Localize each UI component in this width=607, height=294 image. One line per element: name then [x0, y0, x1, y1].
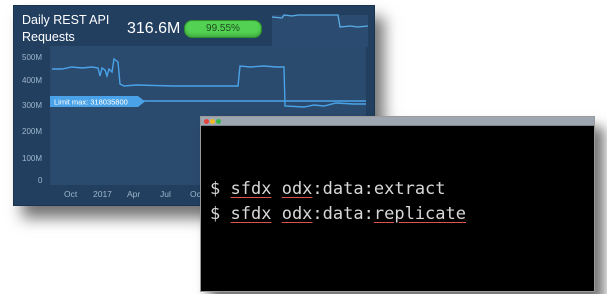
close-window-icon[interactable]: [204, 118, 209, 124]
y-tick-label: 500M: [22, 53, 42, 62]
command-token: extract: [373, 179, 446, 199]
total-requests-value: 316.6M: [127, 20, 181, 37]
minimize-window-icon[interactable]: [210, 118, 215, 124]
command-token: data: [322, 204, 364, 224]
command-token: data: [322, 179, 364, 199]
mini-trend-sparkline: [272, 14, 368, 47]
shell-prompt: $: [210, 179, 221, 199]
y-tick-label: 0: [38, 176, 43, 185]
shell-prompt: $: [210, 204, 221, 224]
command-token: replicate: [373, 204, 466, 224]
command-token: :: [363, 204, 374, 224]
limit-label: Limit max: 318035800: [54, 98, 128, 107]
y-tick-label: 100M: [22, 154, 42, 163]
x-tick-label: 2017: [93, 189, 112, 199]
command-token: :: [312, 204, 323, 224]
maximize-window-icon[interactable]: [216, 118, 221, 124]
x-tick-label: Apr: [127, 189, 140, 199]
y-tick-label: 300M: [22, 101, 42, 110]
terminal-window: $ sfdx odx:data:extract $ sfdx odx:data:…: [200, 116, 595, 292]
x-tick-label: Oct: [64, 189, 78, 199]
command-token: :: [312, 179, 323, 199]
x-tick-label: Jul: [160, 189, 171, 199]
command-token: sfdx: [230, 204, 272, 224]
command-token: :: [363, 179, 374, 199]
command-token: odx: [281, 179, 313, 199]
usage-percent-badge: 99.55%: [184, 20, 262, 38]
command-line-extract: $ sfdx odx:data:extract: [210, 177, 466, 202]
command-token: odx: [281, 204, 313, 224]
command-token: sfdx: [230, 179, 272, 199]
command-line-replicate: $ sfdx odx:data:replicate: [210, 202, 466, 227]
dashboard-title: Daily REST API Requests: [22, 13, 110, 44]
y-tick-label: 200M: [22, 127, 42, 136]
y-tick-label: 400M: [22, 76, 42, 85]
terminal-titlebar[interactable]: [201, 117, 594, 126]
terminal-output[interactable]: $ sfdx odx:data:extract $ sfdx odx:data:…: [210, 177, 466, 227]
